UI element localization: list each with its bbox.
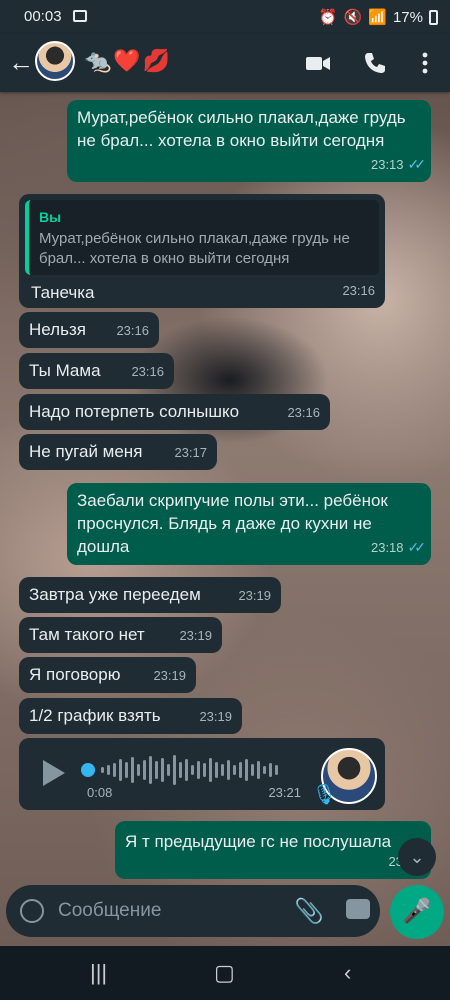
message-meta: 23:16 — [116, 319, 149, 342]
battery-icon — [429, 9, 438, 25]
message-meta: 23:16 — [131, 360, 164, 383]
message-time: 23:19 — [238, 588, 271, 603]
mute-icon: 🔇 — [343, 9, 363, 26]
message-time: 23:19 — [199, 709, 232, 724]
message-meta: 23:19 — [153, 664, 186, 687]
message-bubble-incoming[interactable]: 1/2 график взять 23:19 — [19, 698, 242, 734]
attach-icon[interactable]: 📎 — [294, 897, 324, 926]
system-navigation-bar: ||| ▢ ‹ — [0, 946, 450, 1000]
play-icon[interactable] — [43, 760, 65, 786]
message-text: Ты Мама — [29, 361, 101, 380]
image-notification-icon — [73, 10, 87, 22]
message-bubble-outgoing[interactable]: Заебали скрипучие полы эти... ребёнок пр… — [67, 483, 431, 565]
status-bar: 00:03 ⏰ 🔇 📶 17% — [0, 0, 450, 34]
message-time: 23:16 — [287, 405, 320, 420]
message-text: Там такого нет — [29, 625, 145, 644]
message-bubble-incoming[interactable]: Там такого нет 23:19 — [19, 617, 222, 653]
message-text: Я поговорю — [29, 665, 121, 684]
message-meta: 23:19 — [179, 624, 212, 647]
quoted-message[interactable]: Вы Мурат,ребёнок сильно плакал,даже груд… — [25, 200, 379, 275]
message-text: Заебали скрипучие полы эти... ребёнок пр… — [77, 491, 388, 556]
microphone-icon: 🎙 — [311, 784, 337, 806]
message-time: 23:19 — [179, 628, 212, 643]
message-time: 23:18 — [370, 540, 404, 555]
back-icon[interactable]: ‹ — [344, 960, 351, 986]
message-input[interactable]: Сообщение — [58, 900, 161, 922]
quote-text: Мурат,ребёнок сильно плакал,даже грудь н… — [39, 230, 350, 267]
audio-waveform[interactable] — [101, 753, 278, 787]
recent-apps-icon[interactable]: ||| — [90, 960, 107, 986]
message-meta: 23:19 — [238, 584, 271, 607]
message-time: 23:21 — [268, 785, 301, 800]
alarm-icon: ⏰ — [318, 9, 338, 26]
message-time: 23:16 — [116, 323, 149, 338]
contact-name[interactable]: 🐀❤️💋 — [84, 48, 172, 74]
message-meta: 23:17 — [174, 441, 207, 464]
message-meta: 23:18 ✓✓ — [370, 536, 427, 559]
scroll-to-bottom-button[interactable]: ⌄ — [398, 838, 436, 876]
status-time: 00:03 — [24, 8, 62, 25]
read-ticks-icon: ✓✓ — [407, 539, 427, 555]
more-options-icon[interactable] — [412, 50, 438, 76]
voice-call-icon[interactable] — [362, 50, 388, 76]
playback-slider-handle[interactable] — [81, 763, 95, 777]
battery-level: 17% — [392, 8, 423, 26]
message-text: Не пугай меня — [29, 442, 143, 461]
back-arrow-icon[interactable]: ← — [8, 49, 34, 75]
message-text: Нельзя — [29, 320, 86, 339]
message-meta: 23:16 — [342, 279, 375, 302]
message-time: 23:13 — [370, 157, 404, 172]
double-chevron-down-icon: ⌄ — [409, 847, 425, 867]
message-bubble-reply[interactable]: Вы Мурат,ребёнок сильно плакал,даже груд… — [19, 194, 385, 308]
status-icons: ⏰ 🔇 📶 17% — [319, 8, 438, 26]
message-bubble-incoming[interactable]: Я поговорю 23:19 — [19, 657, 196, 693]
voice-duration: 0:08 — [87, 785, 113, 800]
message-bubble-incoming[interactable]: Нельзя 23:16 — [19, 312, 159, 348]
message-text: Мурат,ребёнок сильно плакал,даже грудь н… — [77, 108, 406, 150]
message-time: 23:16 — [342, 283, 375, 298]
message-bubble-outgoing[interactable]: Я т предыдущие гс не послушала 23:24 — [115, 821, 431, 879]
video-call-icon[interactable] — [305, 50, 331, 76]
message-time: 23:16 — [131, 364, 164, 379]
message-text: Я т предыдущие гс не послушала — [125, 832, 392, 851]
record-voice-button[interactable]: 🎤 — [390, 885, 444, 939]
message-text: 1/2 график взять — [29, 706, 161, 725]
message-time: 23:17 — [174, 445, 207, 460]
message-meta: 23:16 — [287, 401, 320, 424]
wifi-icon: 📶 — [368, 9, 387, 26]
voice-message-bubble[interactable]: 0:08 23:21 🎙 — [19, 738, 385, 810]
message-text: Танечка — [31, 283, 95, 302]
message-bubble-outgoing[interactable]: Мурат,ребёнок сильно плакал,даже грудь н… — [67, 100, 431, 182]
message-bubble-incoming[interactable]: Не пугай меня 23:17 — [19, 434, 217, 470]
message-bubble-incoming[interactable]: Надо потерпеть солнышко 23:16 — [19, 394, 330, 430]
message-text: Надо потерпеть солнышко — [29, 402, 240, 421]
microphone-icon: 🎤 — [402, 898, 432, 925]
message-meta: 23:19 — [199, 705, 232, 728]
contact-avatar[interactable] — [35, 41, 75, 81]
quote-author: Вы — [39, 209, 62, 225]
read-ticks-icon: ✓✓ — [407, 156, 427, 172]
message-time: 23:19 — [153, 668, 186, 683]
message-meta: 23:21 — [268, 781, 301, 804]
message-meta: 23:13 ✓✓ — [370, 153, 427, 176]
message-input-bar[interactable]: Сообщение 📎 — [6, 885, 380, 937]
camera-icon[interactable] — [346, 899, 370, 919]
message-text: Завтра уже переедем — [29, 585, 201, 604]
emoji-icon[interactable] — [20, 899, 44, 923]
chat-header: ← 🐀❤️💋 — [0, 34, 450, 92]
message-bubble-incoming[interactable]: Ты Мама 23:16 — [19, 353, 174, 389]
message-bubble-incoming[interactable]: Завтра уже переедем 23:19 — [19, 577, 281, 613]
home-icon[interactable]: ▢ — [214, 960, 235, 986]
